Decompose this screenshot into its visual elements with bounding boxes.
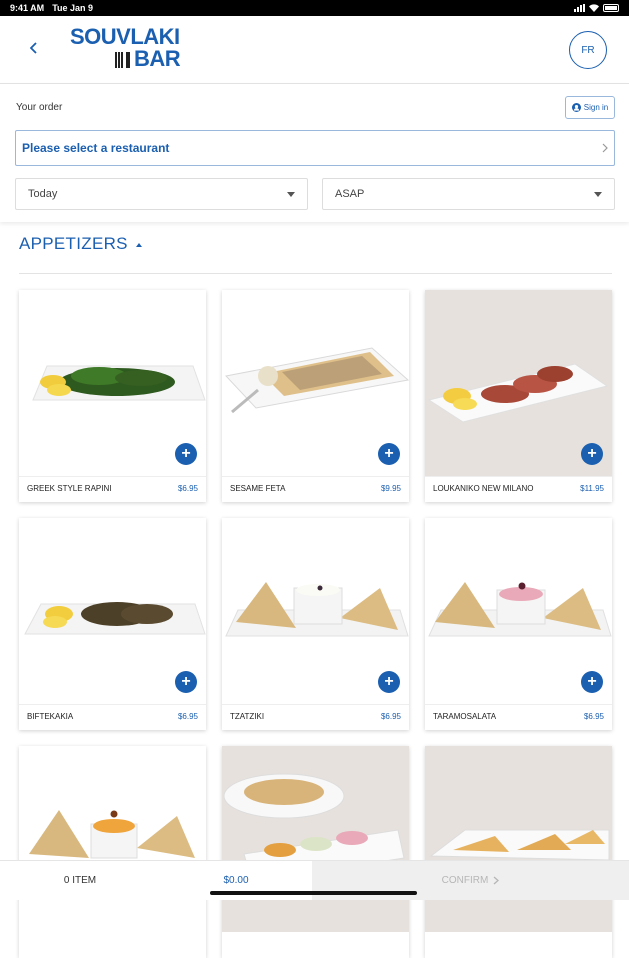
menu-item-name: SESAME FETA bbox=[230, 484, 286, 493]
chevron-right-icon bbox=[493, 876, 500, 885]
dish-photo bbox=[222, 746, 409, 932]
card-divider bbox=[425, 476, 612, 477]
cart-item-count: 0 ITEM bbox=[63, 875, 97, 886]
plus-icon: + bbox=[384, 673, 394, 690]
add-item-button[interactable]: + bbox=[175, 443, 197, 465]
menu-item-price: $9.95 bbox=[380, 484, 401, 493]
menu-item-name: GREEK STYLE RAPINI bbox=[27, 484, 112, 493]
menu-item-name: TARAMOSALATA bbox=[433, 712, 497, 721]
menu-item-card[interactable]: + GREEK STYLE RAPINI $6.95 bbox=[19, 290, 206, 502]
confirm-label: CONFIRM bbox=[441, 875, 489, 886]
menu-item-price: $6.95 bbox=[177, 712, 198, 721]
add-item-button[interactable]: + bbox=[378, 671, 400, 693]
menu-item-card[interactable] bbox=[19, 746, 206, 958]
menu-item-card[interactable] bbox=[425, 746, 612, 958]
plus-icon: + bbox=[587, 445, 597, 462]
add-item-button[interactable]: + bbox=[581, 671, 603, 693]
plus-icon: + bbox=[181, 673, 191, 690]
menu-item-card[interactable] bbox=[222, 746, 409, 958]
plus-icon: + bbox=[384, 445, 394, 462]
add-item-button[interactable]: + bbox=[581, 443, 603, 465]
menu-item-price: $6.95 bbox=[177, 484, 198, 493]
card-divider bbox=[222, 704, 409, 705]
menu-item-card[interactable]: + SESAME FETA $9.95 bbox=[222, 290, 409, 502]
menu-item-name: LOUKANIKO NEW MILANO bbox=[433, 484, 534, 493]
card-divider bbox=[19, 476, 206, 477]
add-item-button[interactable]: + bbox=[378, 443, 400, 465]
card-divider bbox=[425, 704, 612, 705]
menu-item-price: $6.95 bbox=[380, 712, 401, 721]
menu-grid: + GREEK STYLE RAPINI $6.95 + SESAME FETA… bbox=[0, 0, 629, 958]
dish-photo bbox=[19, 746, 206, 932]
home-indicator bbox=[210, 891, 417, 895]
menu-item-name: TZATZIKI bbox=[230, 712, 265, 721]
menu-item-card[interactable]: + TZATZIKI $6.95 bbox=[222, 518, 409, 730]
menu-item-card[interactable]: + LOUKANIKO NEW MILANO $11.95 bbox=[425, 290, 612, 502]
card-divider bbox=[19, 704, 206, 705]
menu-item-name: BIFTEKAKIA bbox=[27, 712, 74, 721]
plus-icon: + bbox=[181, 445, 191, 462]
dish-photo bbox=[425, 746, 612, 932]
menu-item-price: $6.95 bbox=[583, 712, 604, 721]
menu-item-card[interactable]: + TARAMOSALATA $6.95 bbox=[425, 518, 612, 730]
plus-icon: + bbox=[587, 673, 597, 690]
menu-item-price: $11.95 bbox=[580, 484, 604, 493]
menu-item-card[interactable]: + BIFTEKAKIA $6.95 bbox=[19, 518, 206, 730]
add-item-button[interactable]: + bbox=[175, 671, 197, 693]
card-divider bbox=[222, 476, 409, 477]
